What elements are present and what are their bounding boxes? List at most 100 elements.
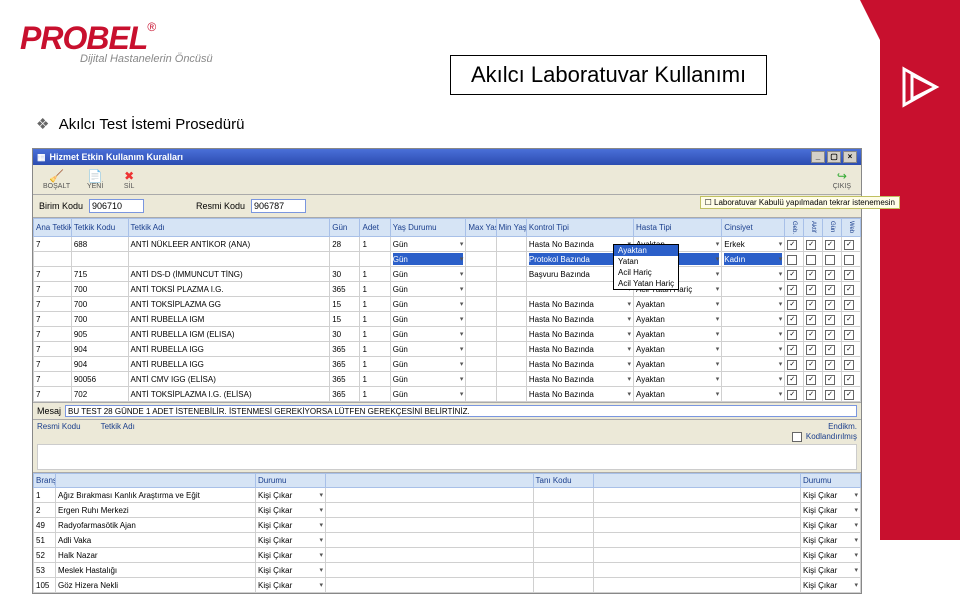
brans-row[interactable]: 52Halk NazarKişi Çıkar▾Kişi Çıkar▾ bbox=[34, 548, 861, 563]
maximize-button[interactable]: ▢ bbox=[827, 151, 841, 163]
checkbox[interactable] bbox=[844, 285, 854, 295]
table-row[interactable]: 790056ANTİ CMV IGG (ELİSA)3651Gün▾Hasta … bbox=[34, 372, 861, 387]
checkbox[interactable] bbox=[806, 360, 816, 370]
col-ad: Tetkik Adı bbox=[128, 219, 330, 237]
checkbox[interactable] bbox=[825, 330, 835, 340]
checkbox[interactable] bbox=[844, 240, 854, 250]
checkbox[interactable] bbox=[806, 300, 816, 310]
checkbox[interactable] bbox=[787, 285, 797, 295]
table-row[interactable]: 7700ANTİ RUBELLA IGM151Gün▾Hasta No Bazı… bbox=[34, 312, 861, 327]
kodlandi-checkbox[interactable] bbox=[792, 432, 802, 442]
table-row[interactable]: 7905ANTİ RUBELLA IGM (ELISA)301Gün▾Hasta… bbox=[34, 327, 861, 342]
checkbox[interactable] bbox=[806, 315, 816, 325]
checkbox[interactable] bbox=[806, 375, 816, 385]
checkbox[interactable] bbox=[787, 315, 797, 325]
checkbox[interactable] bbox=[844, 360, 854, 370]
resmi-kodu-label: Resmi Kodu bbox=[37, 422, 81, 431]
brans-row[interactable]: 1Ağız Bırakması Kanlık Araştırma ve Eğit… bbox=[34, 488, 861, 503]
exit-icon: ↪ bbox=[833, 169, 851, 183]
dropdown-option[interactable]: Yatan bbox=[614, 256, 678, 267]
col-durum2: Durumu bbox=[801, 474, 861, 488]
checkbox[interactable] bbox=[844, 375, 854, 385]
new-button[interactable]: 📄 YENİ bbox=[82, 168, 108, 191]
table-row[interactable]: 7715ANTİ DS-D (İMMUNCUT TİNG)301Gün▾Başv… bbox=[34, 267, 861, 282]
brans-row[interactable]: 105Göz Hizera NekliKişi Çıkar▾Kişi Çıkar… bbox=[34, 578, 861, 593]
checkbox[interactable] bbox=[825, 285, 835, 295]
checkbox[interactable] bbox=[844, 255, 854, 265]
checkbox[interactable] bbox=[787, 375, 797, 385]
clear-button[interactable]: 🧹 BOŞALT bbox=[39, 168, 74, 191]
table-row[interactable]: 7700ANTİ TOKSİPLAZMA GG151Gün▾Hasta No B… bbox=[34, 297, 861, 312]
checkbox[interactable] bbox=[787, 360, 797, 370]
col-ktip: Kontrol Tipi bbox=[526, 219, 633, 237]
endikm-label: Endikm. bbox=[828, 422, 857, 431]
checkbox[interactable] bbox=[787, 300, 797, 310]
brans-header-row: Branş Durumu Tanı Kodu Durumu bbox=[34, 474, 861, 488]
checkbox[interactable] bbox=[787, 270, 797, 280]
tetkik-adi-label: Tetkik Adı bbox=[101, 422, 135, 431]
col-max: Max Yaş bbox=[466, 219, 496, 237]
resmi-kodu-section: Resmi Kodu Tetkik Adı Endikm. Kodlandırı… bbox=[33, 419, 861, 472]
dropdown-option[interactable]: Ayaktan bbox=[614, 245, 678, 256]
brans-row[interactable]: 49Radyofarmasötik AjanKişi Çıkar▾Kişi Çı… bbox=[34, 518, 861, 533]
checkbox[interactable] bbox=[844, 345, 854, 355]
checkbox[interactable] bbox=[787, 255, 797, 265]
checkbox[interactable] bbox=[825, 255, 835, 265]
checkbox[interactable] bbox=[787, 330, 797, 340]
checkbox[interactable] bbox=[806, 330, 816, 340]
checkbox[interactable] bbox=[787, 390, 797, 400]
checkbox[interactable] bbox=[806, 345, 816, 355]
checkbox[interactable] bbox=[806, 255, 816, 265]
checkbox[interactable] bbox=[825, 315, 835, 325]
resmi-input[interactable] bbox=[251, 199, 306, 213]
mesaj-input[interactable] bbox=[65, 405, 857, 417]
checkbox[interactable] bbox=[844, 315, 854, 325]
checkbox[interactable] bbox=[825, 240, 835, 250]
checkbox[interactable] bbox=[844, 330, 854, 340]
checkbox[interactable] bbox=[825, 360, 835, 370]
close-button[interactable]: × bbox=[843, 151, 857, 163]
checkbox[interactable] bbox=[844, 270, 854, 280]
checkbox[interactable] bbox=[806, 285, 816, 295]
table-row[interactable]: 7690ANTİ NÜKLEER ANTİKOR (ANA)281Gün▾Pro… bbox=[34, 252, 861, 267]
checkbox[interactable] bbox=[787, 345, 797, 355]
logo-subtitle: Dijital Hastanelerin Öncüsü bbox=[80, 53, 213, 65]
delete-button[interactable]: ✖ SİL bbox=[116, 168, 142, 191]
brans-row[interactable]: 53Meslek HastalığıKişi Çıkar▾Kişi Çıkar▾ bbox=[34, 563, 861, 578]
table-row[interactable]: 7700ANTİ TOKSİ PLAZMA I.G.3651Gün▾▾Acil … bbox=[34, 282, 861, 297]
checkbox[interactable] bbox=[844, 390, 854, 400]
logo-text: PROBEL bbox=[20, 20, 147, 56]
checkbox-icon: ☐ bbox=[705, 198, 712, 207]
checkbox[interactable] bbox=[806, 240, 816, 250]
clear-icon: 🧹 bbox=[48, 169, 66, 183]
dropdown-option[interactable]: Acil Yatan Hariç bbox=[614, 278, 678, 289]
checkbox[interactable] bbox=[825, 390, 835, 400]
brans-row[interactable]: 51Adli VakaKişi Çıkar▾Kişi Çıkar▾ bbox=[34, 533, 861, 548]
kodlandi-label: Kodlandırılmış bbox=[806, 432, 857, 442]
minimize-button[interactable]: _ bbox=[811, 151, 825, 163]
col-akt: Aktif bbox=[804, 219, 823, 237]
new-icon: 📄 bbox=[86, 169, 104, 183]
resmi-label: Resmi Kodu bbox=[196, 201, 245, 211]
birim-input[interactable] bbox=[89, 199, 144, 213]
checkbox[interactable] bbox=[825, 270, 835, 280]
checkbox[interactable] bbox=[825, 300, 835, 310]
col-min: Min Yaş bbox=[496, 219, 526, 237]
brans-row[interactable]: 2Ergen Ruhı MerkeziKişi Çıkar▾Kişi Çıkar… bbox=[34, 503, 861, 518]
checkbox[interactable] bbox=[806, 390, 816, 400]
table-row[interactable]: 7904ANTİ RUBELLA IGG3651Gün▾Hasta No Baz… bbox=[34, 357, 861, 372]
dropdown-option[interactable]: Acil Hariç bbox=[614, 267, 678, 278]
exit-button[interactable]: ↪ ÇIKIŞ bbox=[829, 168, 855, 191]
table-row[interactable]: 7904ANTİ RUBELLA IGG3651Gün▾Hasta No Baz… bbox=[34, 342, 861, 357]
table-row[interactable]: 7702ANTİ TOKSİPLAZMA I.G. (ELİSA)3651Gün… bbox=[34, 387, 861, 402]
table-row[interactable]: 7688ANTİ NÜKLEER ANTİKOR (ANA)281Gün▾Has… bbox=[34, 237, 861, 252]
checkbox[interactable] bbox=[825, 345, 835, 355]
checkbox[interactable] bbox=[825, 375, 835, 385]
brans-section: Branş Durumu Tanı Kodu Durumu 1Ağız Bıra… bbox=[33, 472, 861, 593]
diamond-bullet-icon: ❖ bbox=[36, 116, 49, 133]
checkbox[interactable] bbox=[787, 240, 797, 250]
hasta-tipi-dropdown-open[interactable]: Ayaktan Yatan Acil Hariç Acil Yatan Hari… bbox=[613, 244, 679, 290]
checkbox[interactable] bbox=[806, 270, 816, 280]
col-yasd: Yaş Durumu bbox=[390, 219, 466, 237]
checkbox[interactable] bbox=[844, 300, 854, 310]
